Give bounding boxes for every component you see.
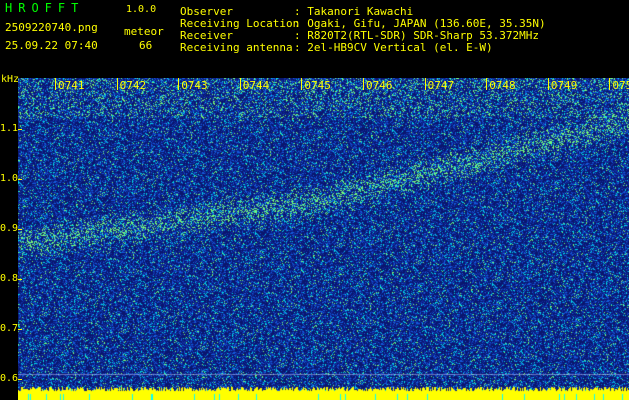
x-tick <box>178 78 180 90</box>
y-tick <box>18 279 22 280</box>
y-tick-label: 0.7 <box>0 323 19 334</box>
meteor-label: meteor <box>124 25 164 38</box>
x-tick <box>609 78 611 90</box>
spectrogram <box>18 78 629 400</box>
datetime-label: 25.09.22 07:40 <box>5 39 98 52</box>
x-tick-label: 0743 <box>181 79 208 92</box>
antenna-value: : 2el-HB9CV Vertical (el. E-W) <box>294 41 493 54</box>
x-tick <box>363 78 364 90</box>
y-tick-label: 0.9 <box>0 223 19 234</box>
x-tick-label: 0748 <box>489 79 516 92</box>
version-label: 1.0.0 <box>126 4 157 15</box>
y-tick <box>18 129 22 130</box>
hrofft-window: HROFFT 1.0.0 2509220740.png meteor 25.09… <box>0 0 629 400</box>
app-title: HROFFT <box>5 1 85 15</box>
x-tick-label: 0746 <box>366 79 393 92</box>
antenna-label: Receiving antenna <box>180 41 293 54</box>
x-tick-label: 0745 <box>304 79 331 92</box>
y-tick-label: 1.0 <box>0 173 19 184</box>
x-tick-label: 0741 <box>58 79 85 92</box>
x-tick-label: 0742 <box>119 79 147 92</box>
y-tick <box>18 329 22 330</box>
y-tick <box>18 179 22 180</box>
filename-label: 2509220740.png <box>5 21 98 34</box>
x-tick-label: 0749 <box>550 79 578 92</box>
x-tick <box>55 78 56 90</box>
x-tick <box>547 78 549 90</box>
spectrogram-canvas <box>18 78 629 400</box>
x-tick <box>239 78 241 90</box>
meteor-count: 66 <box>139 39 153 52</box>
y-tick-label: 1.1 <box>0 123 19 134</box>
y-tick <box>18 229 22 230</box>
x-tick <box>116 78 118 90</box>
y-unit-label: kHz <box>1 74 20 85</box>
x-tick <box>301 78 303 90</box>
x-tick <box>486 78 488 90</box>
x-tick <box>424 78 426 90</box>
x-tick-label: 0744 <box>242 79 270 92</box>
y-tick <box>18 379 22 380</box>
y-tick-label: 0.6 <box>0 373 19 384</box>
y-tick-label: 0.8 <box>0 273 19 284</box>
x-tick-label: 0747 <box>427 79 455 92</box>
x-tick-label: 0750 <box>612 79 629 92</box>
